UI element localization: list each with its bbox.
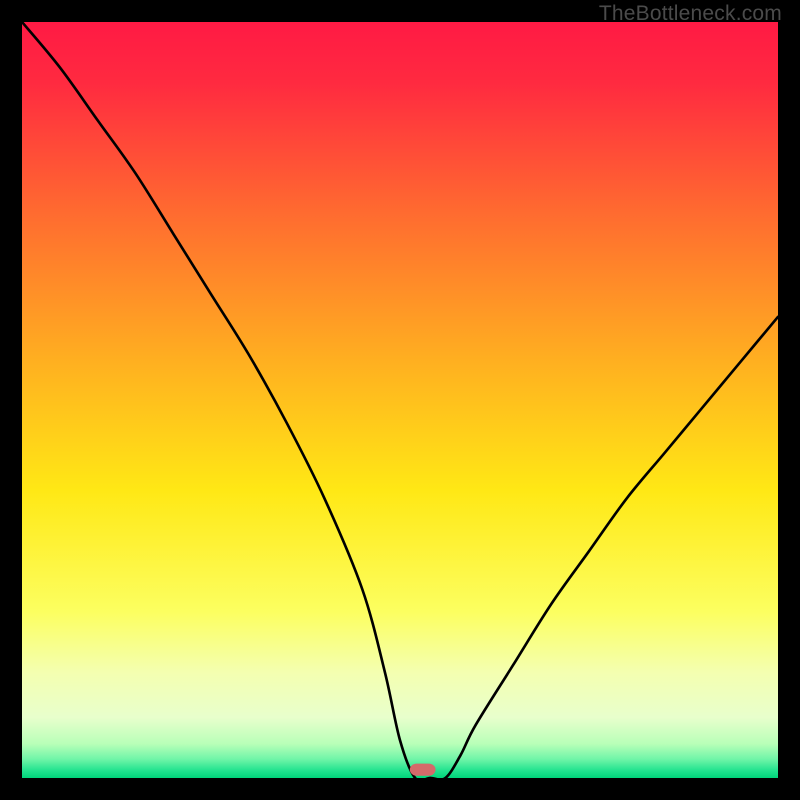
chart-frame: TheBottleneck.com [0, 0, 800, 800]
curve-layer [22, 22, 778, 778]
watermark-text: TheBottleneck.com [599, 2, 782, 26]
plot-area [22, 22, 778, 778]
bottleneck-curve [22, 22, 778, 778]
optimal-marker [410, 764, 436, 776]
